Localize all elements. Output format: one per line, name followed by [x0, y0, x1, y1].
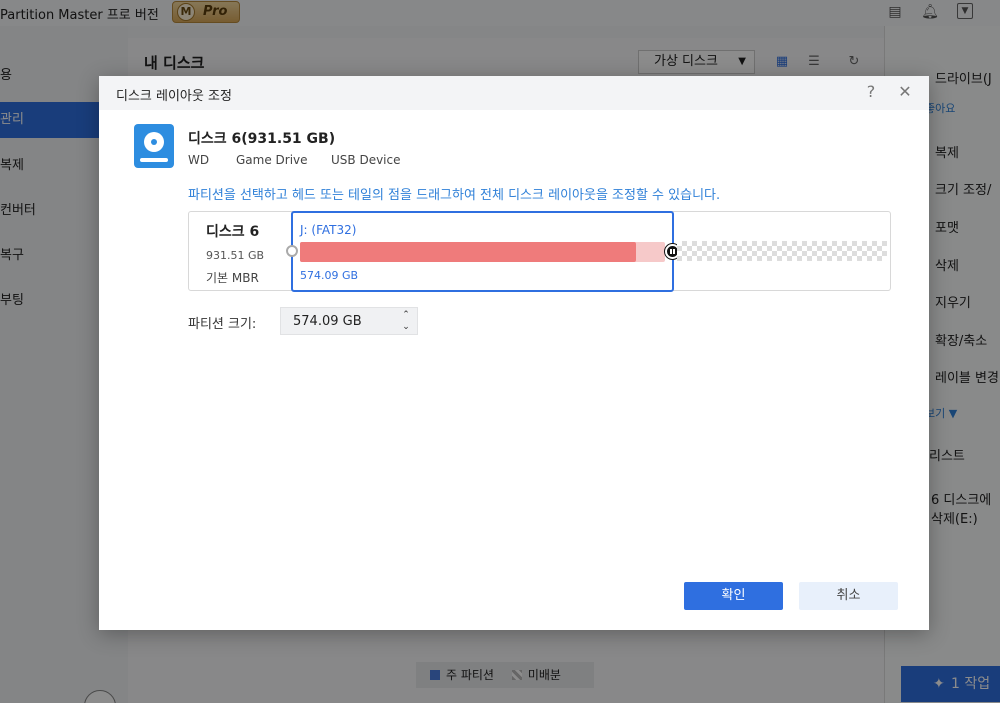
disk-name: 디스크 6(931.51 GB) [188, 131, 336, 147]
unallocated-space[interactable] [677, 241, 887, 261]
layout-disk-type: 기본 MBR [206, 271, 259, 285]
partition-size-label: 파티션 크기: [188, 317, 257, 332]
disk-interface: USB Device [331, 153, 401, 167]
layout-disk-size: 931.51 GB [206, 249, 265, 262]
disk-icon [134, 124, 174, 168]
dialog-header: 디스크 레이아웃 조정 ? ✕ [99, 76, 929, 110]
partition-size-text: 574.09 GB [300, 269, 359, 282]
layout-disk-name: 디스크 6 [206, 224, 260, 240]
adjust-disk-layout-dialog: 디스크 레이아웃 조정 ? ✕ 디스크 6(931.51 GB) WD Game… [99, 76, 929, 630]
partition-label: J: (FAT32) [300, 223, 357, 237]
partition-block-selected[interactable]: J: (FAT32) 574.09 GB [286, 211, 680, 292]
dialog-title: 디스크 레이아웃 조정 [116, 89, 232, 104]
partition-usage-track [300, 242, 665, 262]
instruction-text: 파티션을 선택하고 헤드 또는 테일의 점을 드래그하여 전체 디스크 레이아웃… [188, 188, 721, 203]
partition-head-handle[interactable] [286, 245, 298, 257]
partition-size-stepper[interactable]: 574.09 GB ⌃ ⌄ [280, 307, 418, 335]
close-icon[interactable]: ✕ [895, 82, 915, 102]
chevron-up-icon[interactable]: ⌃ [399, 309, 413, 321]
ok-button[interactable]: 확인 [684, 582, 783, 610]
help-icon[interactable]: ? [861, 82, 881, 102]
chevron-down-icon[interactable]: ⌄ [399, 321, 413, 333]
disk-model: Game Drive [236, 153, 308, 167]
partition-usage-fill [300, 242, 636, 262]
partition-size-value[interactable]: 574.09 GB [293, 314, 362, 329]
disk-layout-map: 디스크 6 931.51 GB 기본 MBR J: (FAT32) 574.09… [188, 211, 891, 292]
cancel-button[interactable]: 취소 [799, 582, 898, 610]
disk-vendor: WD [188, 153, 210, 167]
